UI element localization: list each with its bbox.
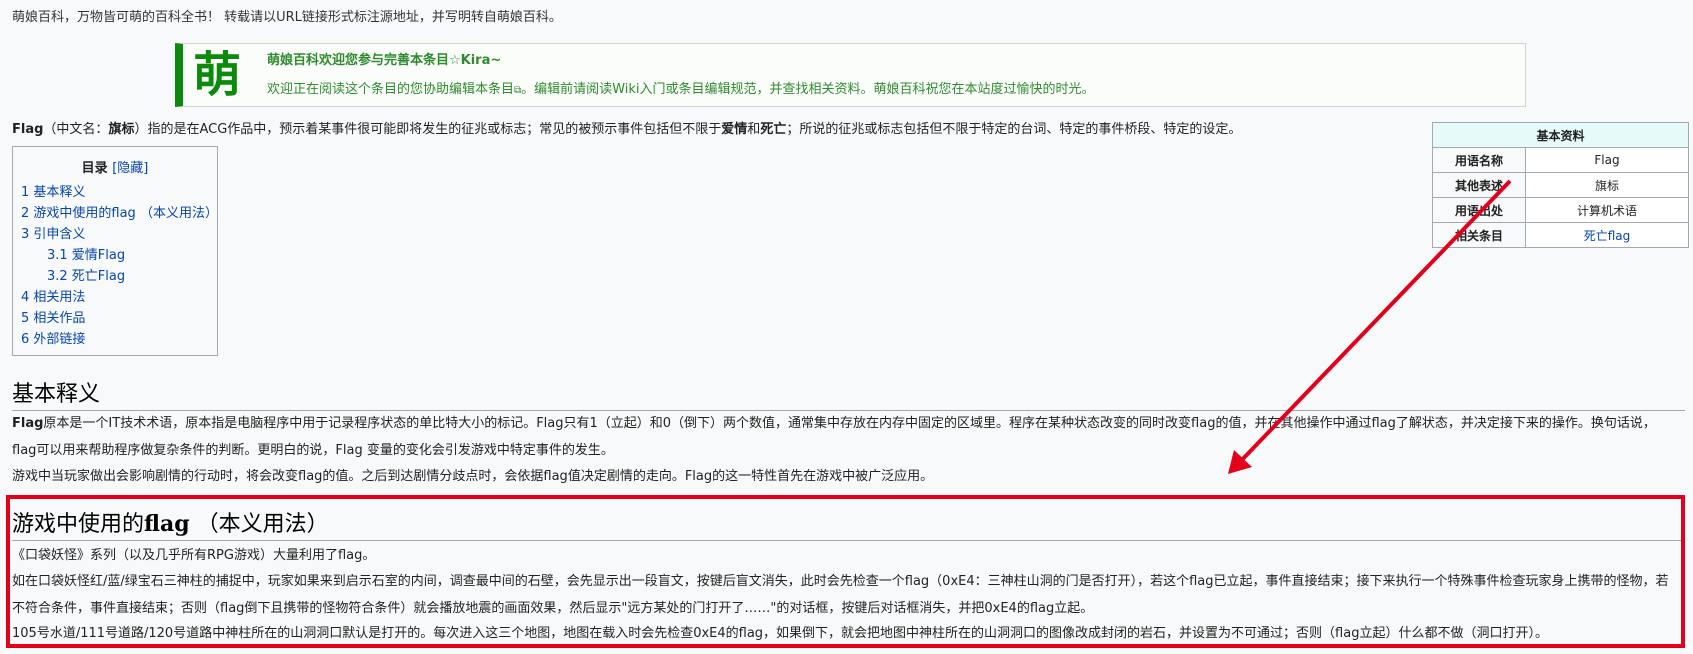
game-paragraph-1: 《口袋妖怪》系列（以及几乎所有RPG游戏）大量利用了flag。 xyxy=(12,548,376,563)
infobox-row: 用语名称 Flag xyxy=(1432,147,1689,173)
heading-part-1: 游戏中使用的 xyxy=(12,512,145,537)
toc-heading: 目录 xyxy=(81,161,108,176)
edit-article-link[interactable]: 编辑本条目 xyxy=(449,82,514,97)
toc-item[interactable]: 1 基本释义 xyxy=(21,182,217,203)
welcome-text-1: 欢迎正在阅读这个条目的您协助 xyxy=(267,82,450,97)
welcome-text-2: 。编辑前请阅读 xyxy=(521,82,613,97)
welcome-banner: 萌 萌娘百科欢迎您参与完善本条目☆Kira~ 欢迎正在阅读这个条目的您协助编辑本… xyxy=(175,43,1526,107)
infobox-value: 旗标 xyxy=(1525,172,1689,198)
intro-death: 死亡 xyxy=(760,122,787,137)
basic-paragraph-2: 游戏中当玩家做出会影响剧情的行动时，将会改变flag的值。之后到达剧情分歧点时，… xyxy=(12,469,934,484)
intro-text-1: ）指的是在ACG作品中，预示着某事件很可能即将发生的征兆或标志；常见的被预示事件… xyxy=(134,122,722,137)
welcome-title: 萌娘百科欢迎您参与完善本条目☆Kira~ xyxy=(267,53,502,68)
heading-part-2: （本义用法） xyxy=(196,512,329,537)
intro-and: 和 xyxy=(747,122,761,137)
site-notice: 萌娘百科，万物皆可萌的百科全书！ 转载请以URL链接形式标注源地址，并写明转自萌… xyxy=(12,10,562,25)
toc-item[interactable]: 3 引申含义 xyxy=(21,224,217,245)
heading-flag: flag xyxy=(144,511,190,537)
toc-subitem[interactable]: 3.2 死亡Flag xyxy=(21,266,217,287)
toc-title: 目录 [隐藏] xyxy=(13,157,217,176)
infobox-title: 基本资料 xyxy=(1432,122,1689,148)
toc-item[interactable]: 5 相关作品 xyxy=(21,308,217,329)
toc-subitem[interactable]: 3.1 爱情Flag xyxy=(21,245,217,266)
toc-item[interactable]: 6 外部链接 xyxy=(21,329,217,350)
infobox-row: 其他表述 旗标 xyxy=(1432,172,1689,198)
infobox-value: 计算机术语 xyxy=(1525,197,1689,223)
welcome-body: 欢迎正在阅读这个条目的您协助编辑本条目⧉。编辑前请阅读Wiki入门或条目编辑规范… xyxy=(267,78,1095,97)
moegirl-logo-icon: 萌 xyxy=(193,47,242,103)
toc-list: 1 基本释义 2 游戏中使用的flag （本义用法） 3 引申含义 3.1 爱情… xyxy=(13,182,218,350)
intro-text-2: ；所说的征兆或标志包括但不限于特定的台词、特定的事件桥段、特定的设定。 xyxy=(786,122,1242,137)
intro-term: Flag xyxy=(12,122,44,137)
basic-paragraph-1: Flag原本是一个IT技术术语，原本指是电脑程序中用于记录程序状态的单比特大小的… xyxy=(12,410,1677,464)
welcome-text-3: 或 xyxy=(665,82,679,97)
basic-text-1: 原本是一个IT技术术语，原本指是电脑程序中用于记录程序状态的单比特大小的标记。F… xyxy=(12,416,1656,458)
infobox-row: 相关条目 死亡flag xyxy=(1432,222,1689,248)
intro-paragraph: Flag（中文名：旗标）指的是在ACG作品中，预示着某事件很可能即将发生的征兆或… xyxy=(12,118,1241,137)
game-paragraph-3: 105号水道/111号道路/120号道路中神柱所在的山洞洞口默认是打开的。每次进… xyxy=(12,626,1548,641)
toc-hide-button[interactable]: [隐藏] xyxy=(112,161,148,176)
game-paragraph-2: 如在口袋妖怪红/蓝/绿宝石三神柱的捕捉中，玩家如果来到启示石室的内间，调查最中间… xyxy=(12,574,1669,616)
infobox-row: 用语出处 计算机术语 xyxy=(1432,197,1689,223)
related-article-link[interactable]: 死亡flag xyxy=(1525,222,1689,248)
infobox-label: 相关条目 xyxy=(1432,222,1526,248)
table-of-contents: 目录 [隐藏] 1 基本释义 2 游戏中使用的flag （本义用法） 3 引申含… xyxy=(12,146,218,356)
toc-item[interactable]: 4 相关用法 xyxy=(21,287,217,308)
infobox-value: Flag xyxy=(1525,147,1689,173)
editing-rules-link[interactable]: 条目编辑规范 xyxy=(679,82,757,97)
infobox-label: 其他表述 xyxy=(1432,172,1526,198)
welcome-text-4: ，并查找相关资料。萌娘百科祝您在本站度过愉快的时光。 xyxy=(756,82,1095,97)
section-heading-basic: 基本释义 xyxy=(12,376,1685,411)
wiki-intro-link[interactable]: Wiki入门 xyxy=(612,82,665,97)
intro-love: 爱情 xyxy=(721,122,748,137)
infobox: 基本资料 用语名称 Flag 其他表述 旗标 用语出处 计算机术语 相关条目 死… xyxy=(1432,122,1689,248)
section-heading-game: 游戏中使用的flag （本义用法） xyxy=(12,506,1685,541)
basic-term: Flag xyxy=(12,416,44,431)
infobox-label: 用语出处 xyxy=(1432,197,1526,223)
infobox-label: 用语名称 xyxy=(1432,147,1526,173)
intro-cn-name: 旗标 xyxy=(108,122,135,137)
toc-item[interactable]: 2 游戏中使用的flag （本义用法） xyxy=(21,203,218,224)
intro-cn-open: （中文名： xyxy=(43,122,109,137)
